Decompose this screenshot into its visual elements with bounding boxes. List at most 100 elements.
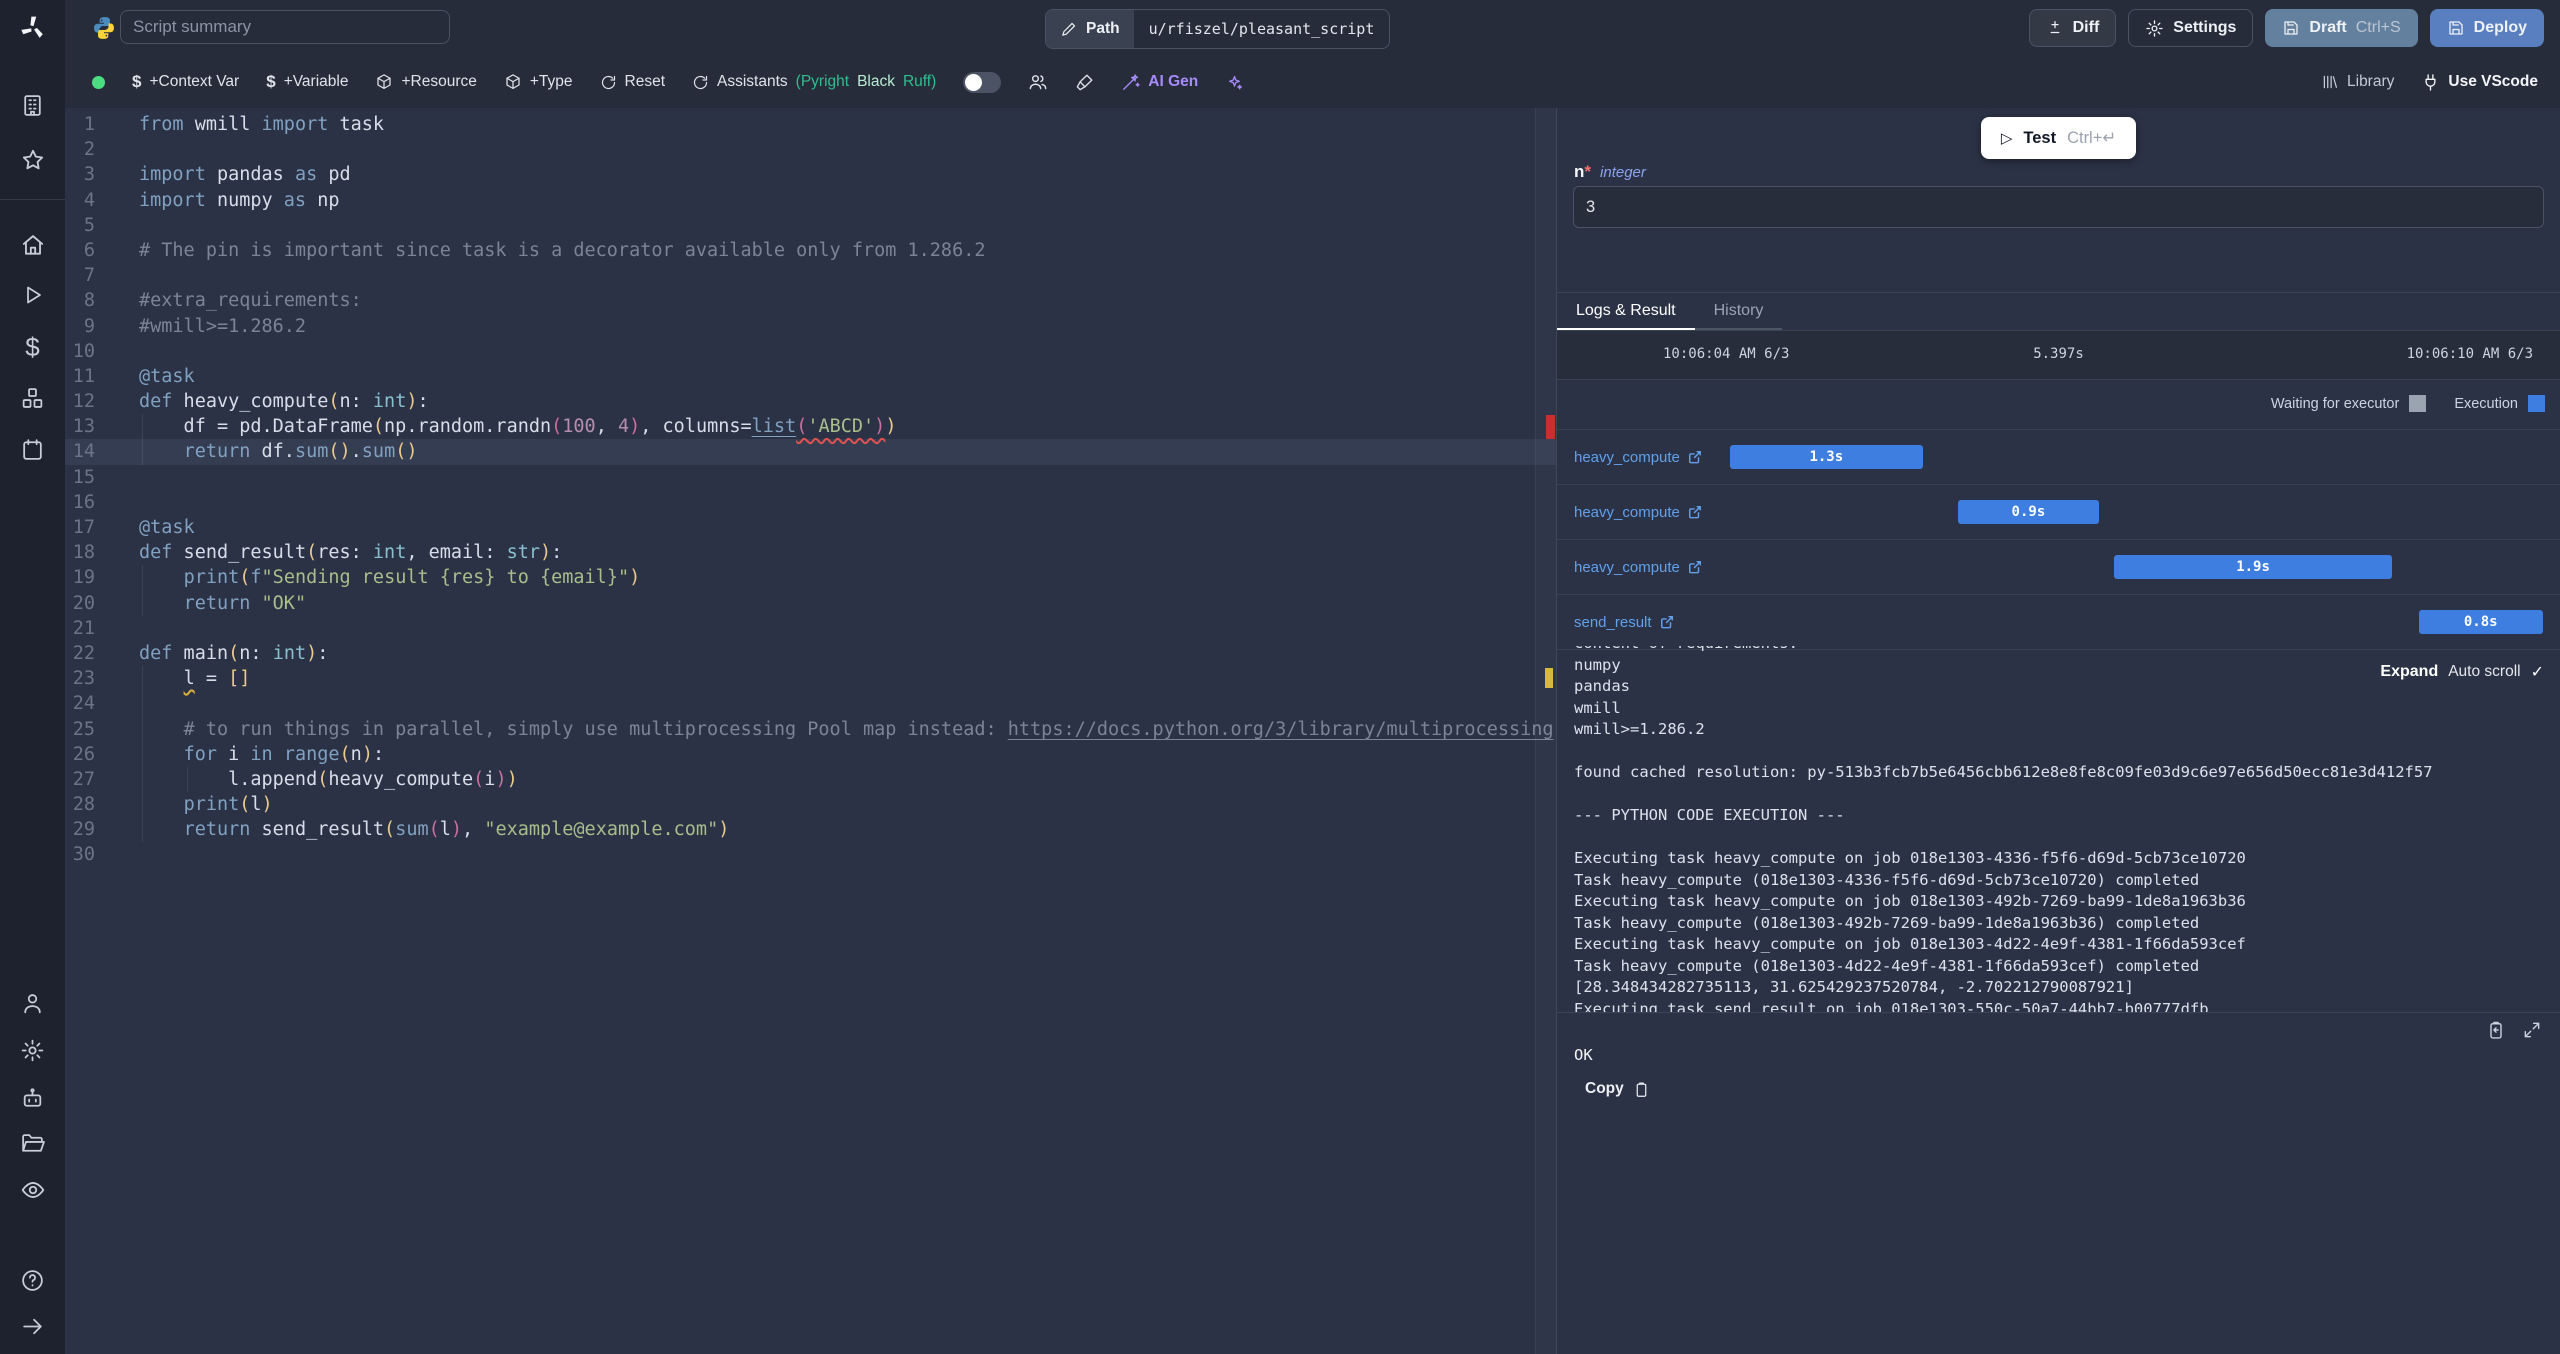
sidebar-divider [0,199,65,200]
resources-boxes-icon[interactable] [0,376,65,420]
job-link[interactable]: heavy_compute [1574,430,1702,484]
code-line[interactable]: 20 return "OK" [65,590,1556,616]
add-variable-button[interactable]: $ +Variable [266,72,348,92]
add-context-var-button[interactable]: $ +Context Var [132,72,239,92]
ai-gen-button[interactable]: AI Gen [1121,73,1198,92]
job-link[interactable]: send_result [1574,595,1674,649]
add-resource-button[interactable]: +Resource [375,73,477,91]
draft-shortcut: Ctrl+S [2355,19,2401,36]
code-line[interactable]: 12 def heavy_compute(n: int): [65,389,1556,414]
copy-result-button[interactable]: Copy [1585,1080,1650,1098]
editor-toolbar: $ +Context Var $ +Variable +Resource +Type… [65,56,2560,109]
library-button[interactable]: Library [2321,73,2394,91]
code-line[interactable]: 22 def main(n: int): [65,641,1556,666]
code-lines[interactable]: 1 from wmill import task 2 3 import pandas a… [65,112,1556,868]
assistant-toggle[interactable] [963,71,1002,93]
dollar-icon: $ [266,72,276,91]
pencil-icon [1060,21,1077,38]
code-line[interactable]: 16 [65,490,1556,515]
code-line[interactable]: 25 # to run things in parallel, simply u… [65,716,1556,742]
line-number: 13 [72,416,95,438]
copy-result-icon[interactable] [2486,1020,2506,1040]
job-duration-bar[interactable]: 0.8s [2418,610,2543,634]
code-line[interactable]: 9 #wmill>=1.286.2 [65,314,1556,339]
format-brush-icon[interactable] [1075,73,1094,92]
variables-dollar-icon[interactable]: $ [0,325,65,369]
code-line[interactable]: 13 df = pd.DataFrame(np.random.randn(100… [65,414,1556,440]
code-line[interactable]: 18 def send_result(res: int, email: str): [65,540,1556,565]
job-row: send_result 0.8s [1557,595,2560,650]
external-link-icon [1688,560,1702,574]
audit-eye-icon[interactable] [0,1168,65,1212]
home-icon[interactable] [0,223,65,267]
test-button[interactable]: ▷ Test Ctrl+↵ [1980,117,2137,159]
code-line[interactable]: 29 return send_result(sum(l), "example@e… [65,817,1556,843]
assistants-ruff-label: Ruff) [902,73,937,90]
line-number: 1 [83,114,95,135]
line-number: 10 [72,340,95,362]
settings-gear-icon[interactable] [0,1028,65,1072]
assistants-button[interactable]: Assistants (Pyright Black Ruff) [692,73,936,91]
code-line[interactable]: 11 @task [65,364,1556,389]
code-line[interactable]: 23 l = [] [65,666,1556,692]
code-line[interactable]: 8 #extra_requirements: [65,288,1556,313]
collaborators-users-icon[interactable] [1028,72,1048,92]
job-duration-bar[interactable]: 0.9s [1958,500,2099,524]
expand-logs-button[interactable]: Expand [2380,663,2438,681]
code-line[interactable]: 21 [65,616,1556,641]
user-icon[interactable] [0,981,65,1025]
line-number: 27 [72,768,95,790]
code-line[interactable]: 6 # The pin is important since task is a … [65,238,1556,263]
autoscroll-toggle[interactable]: Auto scroll [2448,663,2520,681]
runs-play-icon[interactable] [0,273,65,317]
code-editor[interactable]: 1 from wmill import task 2 3 import pandas a… [65,108,1556,1354]
code-line[interactable]: 10 [65,339,1556,364]
sparkles-icon[interactable] [1225,73,1244,92]
code-line[interactable]: 1 from wmill import task [65,112,1556,137]
code-line[interactable]: 5 [65,213,1556,238]
workers-robot-icon[interactable] [0,1076,65,1120]
script-summary-input[interactable] [120,10,450,44]
fullscreen-icon[interactable] [2522,1020,2542,1040]
diff-button[interactable]: Diff [2028,9,2117,47]
tab-logs-result[interactable]: Logs & Result [1557,293,1695,330]
job-link[interactable]: heavy_compute [1574,540,1702,594]
workspace-building-icon[interactable] [0,83,65,127]
use-vscode-button[interactable]: Use VScode [2421,73,2538,92]
gantt-legend: Waiting for executor Execution [1557,378,2560,430]
deploy-button[interactable]: Deploy [2429,9,2544,47]
code-line[interactable]: 4 import numpy as np [65,188,1556,213]
job-duration-bar[interactable]: 1.9s [2113,555,2393,579]
settings-button[interactable]: Settings [2128,9,2254,47]
code-line[interactable]: 30 [65,842,1556,867]
expand-sidebar-arrow-icon[interactable] [0,1304,65,1348]
argument-n-input[interactable] [1573,186,2544,228]
code-line[interactable]: 3 import pandas as pd [65,162,1556,187]
schedules-calendar-icon[interactable] [0,427,65,471]
code-line[interactable]: 2 [65,137,1556,162]
code-line[interactable]: 7 [65,263,1556,288]
favorites-star-icon[interactable] [0,138,65,182]
job-link[interactable]: heavy_compute [1574,485,1702,539]
line-number: 5 [83,214,95,236]
code-line[interactable]: 19 print(f"Sending result {res} to {emai… [65,565,1556,591]
code-line[interactable]: 26 for i in range(n): [65,741,1556,767]
add-type-button[interactable]: +Type [504,73,573,91]
job-duration-bar[interactable]: 1.3s [1729,445,1924,469]
help-icon[interactable] [0,1258,65,1302]
logs-viewer[interactable]: content of requirements:numpypandaswmill… [1557,646,2560,1013]
code-line[interactable]: 17 @task [65,515,1556,540]
folders-icon[interactable] [0,1121,65,1165]
path-button[interactable]: Path u/rfiszel/pleasant_script [1045,9,1391,49]
windmill-logo-icon[interactable] [0,0,65,56]
code-line[interactable]: 14 return df.sum().sum() [65,439,1556,465]
code-line[interactable]: 15 [65,465,1556,490]
copy-label: Copy [1585,1080,1624,1097]
tab-history[interactable]: History [1694,293,1783,330]
reset-button[interactable]: Reset [600,73,665,91]
code-line[interactable]: 28 print(l) [65,792,1556,818]
draft-button[interactable]: Draft Ctrl+S [2265,9,2418,47]
code-line[interactable]: 27 l.append(heavy_compute(i)) [65,766,1556,793]
rotate-icon [692,74,709,91]
code-line[interactable]: 24 [65,691,1556,717]
